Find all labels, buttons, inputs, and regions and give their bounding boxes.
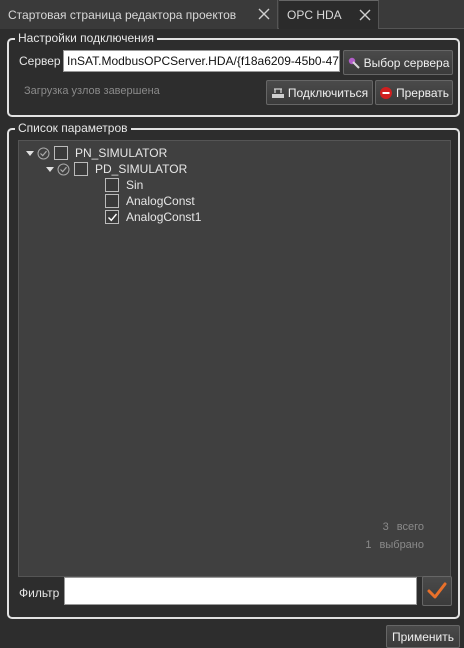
checkbox[interactable]: [105, 178, 119, 192]
filter-input[interactable]: [64, 577, 417, 605]
checkbox[interactable]: [105, 194, 119, 208]
connect-button[interactable]: Подключиться: [266, 80, 373, 105]
selected-count: 1: [365, 539, 372, 551]
close-icon[interactable]: [358, 8, 372, 22]
tab-bar: Стартовая страница редактора проектов OP…: [0, 0, 464, 29]
tree-node-analogconst1[interactable]: AnalogConst1: [101, 209, 201, 225]
total-count: 3: [382, 521, 389, 533]
server-label: Сервер: [19, 54, 61, 68]
server-input[interactable]: InSAT.ModbusOPCServer.HDA/{f18a6209-45b0…: [63, 50, 340, 72]
parameters-legend: Список параметров: [15, 121, 131, 135]
tree-node-label: PN_SIMULATOR: [75, 146, 168, 160]
tree-node-label: Sin: [126, 178, 144, 192]
parameters-tree[interactable]: PN_SIMULATOR PD_SIMULATOR Sin AnalogCons…: [18, 140, 451, 577]
checkbox[interactable]: [54, 146, 68, 160]
tree-node-label: PD_SIMULATOR: [95, 162, 188, 176]
expand-arrow-icon[interactable]: [45, 164, 55, 174]
tristate-check-icon[interactable]: [57, 163, 70, 176]
tab-opc-hda-label: OPC HDA: [287, 8, 342, 22]
select-server-button[interactable]: Выбор сервера: [343, 50, 453, 75]
selected-label: выбрано: [379, 539, 424, 551]
total-stat: 3 всего: [379, 521, 424, 533]
apply-button-label: Применить: [391, 629, 454, 644]
tab-start-page-label: Стартовая страница редактора проектов: [8, 7, 237, 22]
tree-node-pn-simulator[interactable]: PN_SIMULATOR: [25, 145, 167, 161]
tree-node-label: AnalogConst1: [126, 210, 202, 224]
tree-node-pd-simulator[interactable]: PD_SIMULATOR: [45, 161, 187, 177]
checkbox[interactable]: [74, 162, 88, 176]
abort-button[interactable]: Прервать: [375, 80, 453, 105]
connect-icon: [271, 87, 284, 98]
tree-node-analogconst[interactable]: AnalogConst: [101, 193, 195, 209]
close-icon[interactable]: [257, 7, 271, 21]
tristate-check-icon[interactable]: [37, 147, 50, 160]
tree-node-sin[interactable]: Sin: [101, 177, 143, 193]
apply-button[interactable]: Применить: [386, 625, 460, 648]
expand-arrow-icon[interactable]: [25, 148, 35, 158]
connection-status: Загрузка узлов завершена: [24, 85, 160, 97]
connection-settings-group: Настройки подключения Сервер InSAT.Modbu…: [7, 31, 460, 117]
abort-button-label: Прервать: [395, 85, 450, 100]
tree-node-label: AnalogConst: [126, 194, 195, 208]
apply-filter-button[interactable]: [422, 576, 452, 606]
check-icon: [108, 213, 118, 222]
checkbox-checked[interactable]: [105, 210, 119, 224]
select-server-button-label: Выбор сервера: [363, 55, 450, 70]
stop-icon: [379, 86, 392, 99]
tab-opc-hda[interactable]: OPC HDA: [279, 0, 379, 29]
filter-label: Фильтр: [19, 586, 60, 600]
server-select-icon: [348, 57, 360, 69]
total-label: всего: [396, 521, 424, 533]
checkmark-icon: [427, 582, 447, 599]
connect-button-label: Подключиться: [287, 85, 369, 100]
parameters-group: Список параметров PN_SIMULATOR PD_SIMULA…: [7, 121, 460, 619]
connection-settings-legend: Настройки подключения: [15, 31, 157, 45]
tab-start-page[interactable]: Стартовая страница редактора проектов: [0, 0, 278, 29]
selected-stat: 1 выбрано: [362, 539, 424, 551]
